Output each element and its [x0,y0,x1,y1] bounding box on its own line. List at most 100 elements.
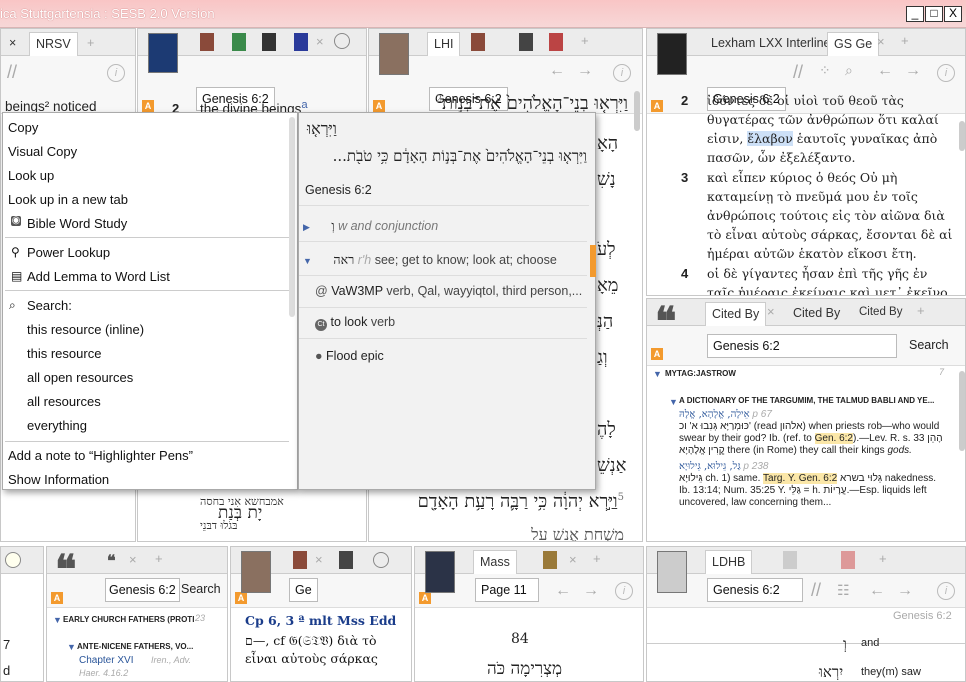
tab-close-icon[interactable]: × [569,552,577,567]
resource-cover-icon[interactable] [657,551,687,593]
search-button[interactable]: Search [909,338,949,352]
reference-box[interactable]: Genesis 6:2 [707,334,897,358]
popup-row[interactable]: ● Flood epic [299,341,587,373]
a-badge[interactable]: A [142,100,154,112]
menu-item-search-this-resource-inline[interactable]: this resource (inline) [27,322,144,337]
resource-tab-icon[interactable] [232,33,246,51]
popup-row[interactable]: ▼ ראה r'h see; get to know; look at; cho… [299,244,587,276]
tab-nrsv[interactable]: NRSV [29,32,78,56]
expand-icon[interactable]: ▼ [67,642,76,652]
resource-tab-icon[interactable] [543,551,557,569]
list-icon[interactable]: ☷ [837,582,850,599]
add-tab-icon[interactable]: + [81,32,100,56]
menu-item-power-lookup[interactable]: Power Lookup [27,245,110,260]
forward-icon[interactable]: → [577,62,593,80]
menu-item-look-up[interactable]: Look up [8,168,54,183]
menu-item-look-up-new-tab[interactable]: Look up in a new tab [8,192,128,207]
tab-cited-by[interactable]: Cited By [705,302,767,326]
tab-close-icon[interactable]: × [877,34,885,49]
a-badge[interactable]: A [235,592,247,604]
tab-close-icon[interactable]: × [129,552,137,567]
expand-icon[interactable]: ▼ [653,369,662,379]
a-badge[interactable]: A [651,100,663,112]
menu-item-search-all-open[interactable]: all open resources [27,370,133,385]
menu-item-add-note[interactable]: Add a note to “Highlighter Pens” [8,448,193,463]
reference-box[interactable]: Genesis 6:2 [707,578,803,602]
info-icon[interactable]: i [937,64,955,82]
tab-close-icon[interactable]: × [315,552,323,567]
resource-tab-icon[interactable] [200,33,214,51]
hebrew-word[interactable]: יִרְאוּ [819,663,843,681]
add-tab-icon[interactable]: + [155,551,163,566]
scrollbar[interactable] [289,117,295,317]
tab-gs-ge[interactable]: GS Ge [827,32,880,56]
scrollbar[interactable] [634,91,640,131]
play-icon[interactable] [334,33,350,49]
menu-item-add-lemma[interactable]: Add Lemma to Word List [27,269,170,284]
parallel-icon[interactable]: // [793,62,803,83]
quote-tab-icon[interactable]: ❝ [107,551,116,571]
hebrew-word[interactable]: וְ [843,635,847,654]
tab-close-icon[interactable]: × [316,34,324,49]
info-icon[interactable]: i [937,582,955,600]
quote-icon[interactable]: ❝ [55,550,77,590]
resource-cover-icon[interactable] [657,33,687,75]
reference-box[interactable]: Genesis 6:2 [105,578,180,602]
resource-cover-icon[interactable] [425,551,455,593]
a-badge[interactable]: A [651,348,663,360]
menu-item-copy[interactable]: Copy [8,120,38,135]
popup-row[interactable]: @ VaW3MP verb, Qal, wayyiqtol, third per… [299,276,587,308]
close-button[interactable]: X [944,6,962,22]
minimize-button[interactable]: _ [906,6,924,22]
resource-tab-icon[interactable] [549,33,563,51]
source-title[interactable]: A DICTIONARY OF THE TARGUMIM, THE TALMUD… [679,396,934,405]
quote-icon[interactable]: ❝ [655,302,677,342]
forward-icon[interactable]: → [583,582,599,600]
menu-item-bible-word-study[interactable]: Bible Word Study [27,216,127,231]
tab-cited-by-3[interactable]: Cited By [853,302,908,326]
tab-lhi[interactable]: LHI [427,32,461,56]
tab-cited-by-2[interactable]: Cited By [787,302,846,326]
menu-item-visual-copy[interactable]: Visual Copy [8,144,77,159]
expand-icon[interactable]: ▼ [303,256,312,266]
play-icon[interactable] [5,552,21,568]
visual-filter-icon[interactable]: ⁘ [819,62,831,79]
resource-tab-icon[interactable] [471,33,485,51]
popup-row[interactable]: Ct to look verb [299,307,587,339]
resource-cover-icon[interactable] [148,33,178,73]
parallel-icon[interactable]: // [811,580,821,601]
resource-tab-icon[interactable] [294,33,308,51]
add-tab-icon[interactable]: + [917,303,925,318]
popup-row[interactable]: ▶ וְ w and conjunction [299,210,587,242]
tag-heading[interactable]: MYTAG:JASTROW [665,369,736,378]
resource-tab-icon[interactable] [519,33,533,51]
add-tab-icon[interactable]: + [879,551,887,566]
add-tab-icon[interactable]: + [593,551,601,566]
back-icon[interactable]: ← [555,582,571,600]
reference-box[interactable]: Ge [289,578,318,602]
add-tab-icon[interactable]: + [581,33,589,48]
tab-mass[interactable]: Mass [473,550,517,574]
back-icon[interactable]: ← [869,582,885,600]
back-icon[interactable]: ← [877,62,893,80]
info-icon[interactable]: i [613,64,631,82]
tab-close-icon[interactable]: × [767,304,775,319]
menu-item-search-all-resources[interactable]: all resources [27,394,101,409]
tab-ldhb[interactable]: LDHB [705,550,753,574]
a-badge[interactable]: A [373,100,385,112]
expand-icon[interactable]: ▼ [669,397,678,407]
resource-tab-icon[interactable] [293,551,307,569]
search-icon[interactable]: ⌕ [845,62,853,79]
search-button[interactable]: Search [181,582,221,596]
source-title[interactable]: ANTE-NICENE FATHERS, VO... [77,642,193,651]
back-icon[interactable]: ← [549,62,565,80]
a-badge[interactable]: A [419,592,431,604]
add-tab-icon[interactable]: + [901,33,909,48]
resource-cover-icon[interactable] [379,33,409,75]
page-box[interactable]: Page 11 [475,578,539,602]
resource-tab-icon[interactable] [783,551,797,569]
forward-icon[interactable]: → [905,62,921,80]
scrollbar[interactable] [959,371,965,451]
resource-tab-icon[interactable] [262,33,276,51]
info-icon[interactable]: i [615,582,633,600]
